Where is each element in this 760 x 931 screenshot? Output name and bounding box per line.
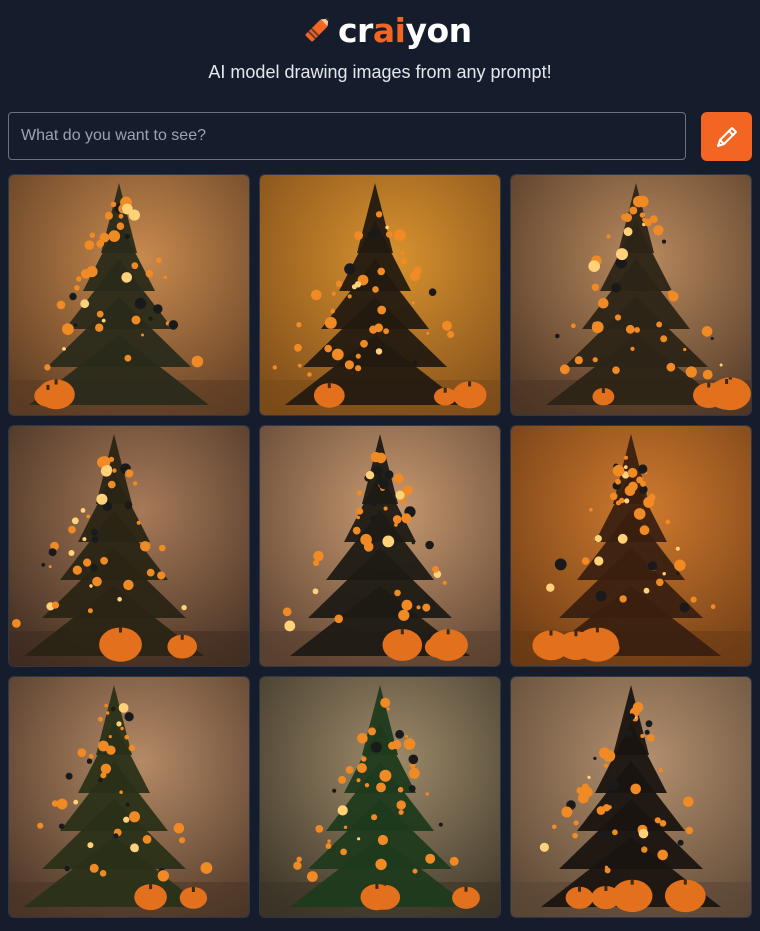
logo[interactable]: craiyon [300,10,472,50]
halloween-tree-image [511,677,751,917]
result-image[interactable] [8,425,250,667]
halloween-tree-image [511,426,751,666]
draw-button[interactable] [701,112,752,161]
result-image[interactable] [8,174,250,416]
halloween-tree-image [260,426,500,666]
result-image[interactable] [259,174,501,416]
result-image[interactable] [510,174,752,416]
crayon-pencil-icon [300,13,334,47]
result-image[interactable] [259,676,501,918]
image-grid [8,174,752,918]
brand-name: craiyon [338,10,472,50]
subtitle: AI model drawing images from any prompt! [208,62,552,82]
prompt-input[interactable] [9,113,685,159]
header: craiyon AI model drawing images from any… [0,0,760,100]
halloween-tree-image [9,677,249,917]
result-image[interactable] [259,425,501,667]
halloween-tree-image [9,175,249,415]
result-image[interactable] [510,425,752,667]
halloween-tree-image [511,175,751,415]
halloween-tree-image [9,426,249,666]
halloween-tree-image [260,175,500,415]
pencil-draw-icon [716,126,737,147]
search-box[interactable] [8,112,686,160]
result-image[interactable] [510,676,752,918]
halloween-tree-image [260,677,500,917]
result-image[interactable] [8,676,250,918]
